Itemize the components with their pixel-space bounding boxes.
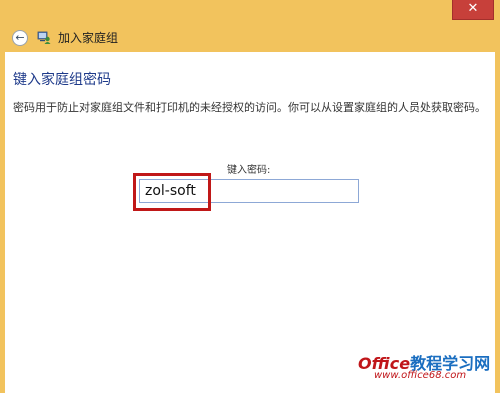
page-title: 键入家庭组密码 [13, 72, 111, 88]
description-text: 密码用于防止对家庭组文件和打印机的未经授权的访问。你可以从设置家庭组的人员处获取… [13, 101, 486, 114]
close-button[interactable]: ✕ [452, 0, 494, 20]
back-button[interactable]: ← [12, 30, 28, 46]
header-row: ← 加入家庭组 [8, 26, 308, 48]
close-icon: ✕ [467, 1, 479, 16]
content-panel: 键入家庭组密码 密码用于防止对家庭组文件和打印机的未经授权的访问。你可以从设置家… [5, 52, 495, 393]
homegroup-dialog-window: ✕ ← 加入家庭组 键入家庭组密码 密码用于防止对家庭组文件和打印机的未经授权的… [0, 0, 500, 393]
homegroup-icon [37, 31, 51, 44]
site-watermark: Office教程学习网 www.office68.com [358, 350, 494, 390]
password-input[interactable] [139, 179, 359, 203]
title-bar: ✕ [0, 0, 500, 26]
password-label: 键入密码: [227, 165, 271, 176]
back-arrow-icon: ← [15, 31, 25, 44]
window-title: 加入家庭组 [58, 31, 119, 45]
watermark-url: www.office68.com [374, 370, 467, 381]
